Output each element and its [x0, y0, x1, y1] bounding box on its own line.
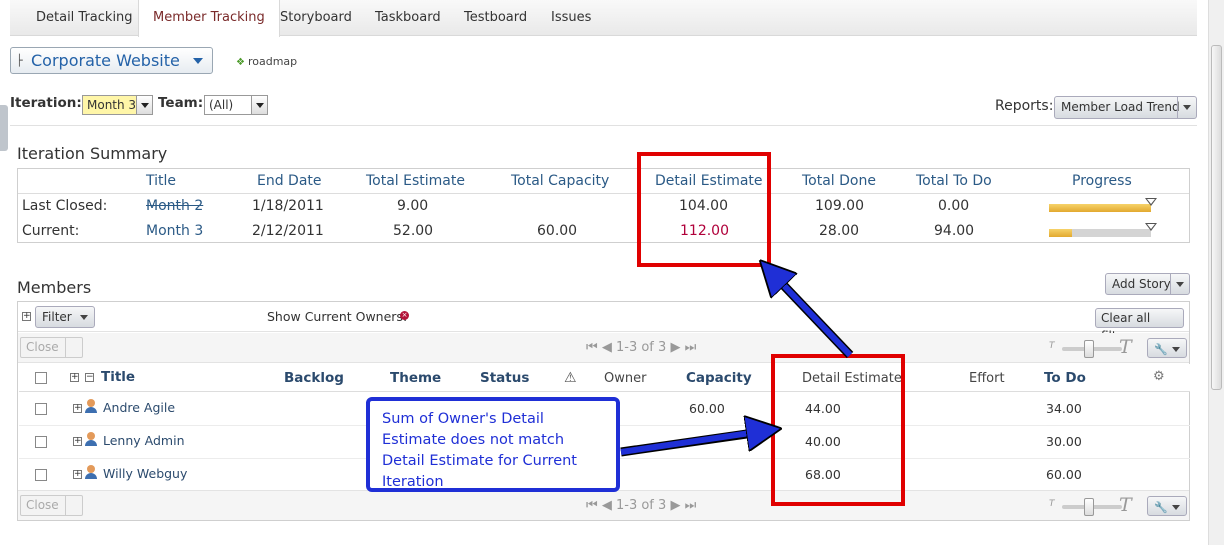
- annotation-callout: Sum of Owner's Detail Estimate does not …: [366, 397, 620, 492]
- arrow-to-members: [620, 431, 764, 455]
- arrow-to-summary: [772, 273, 853, 358]
